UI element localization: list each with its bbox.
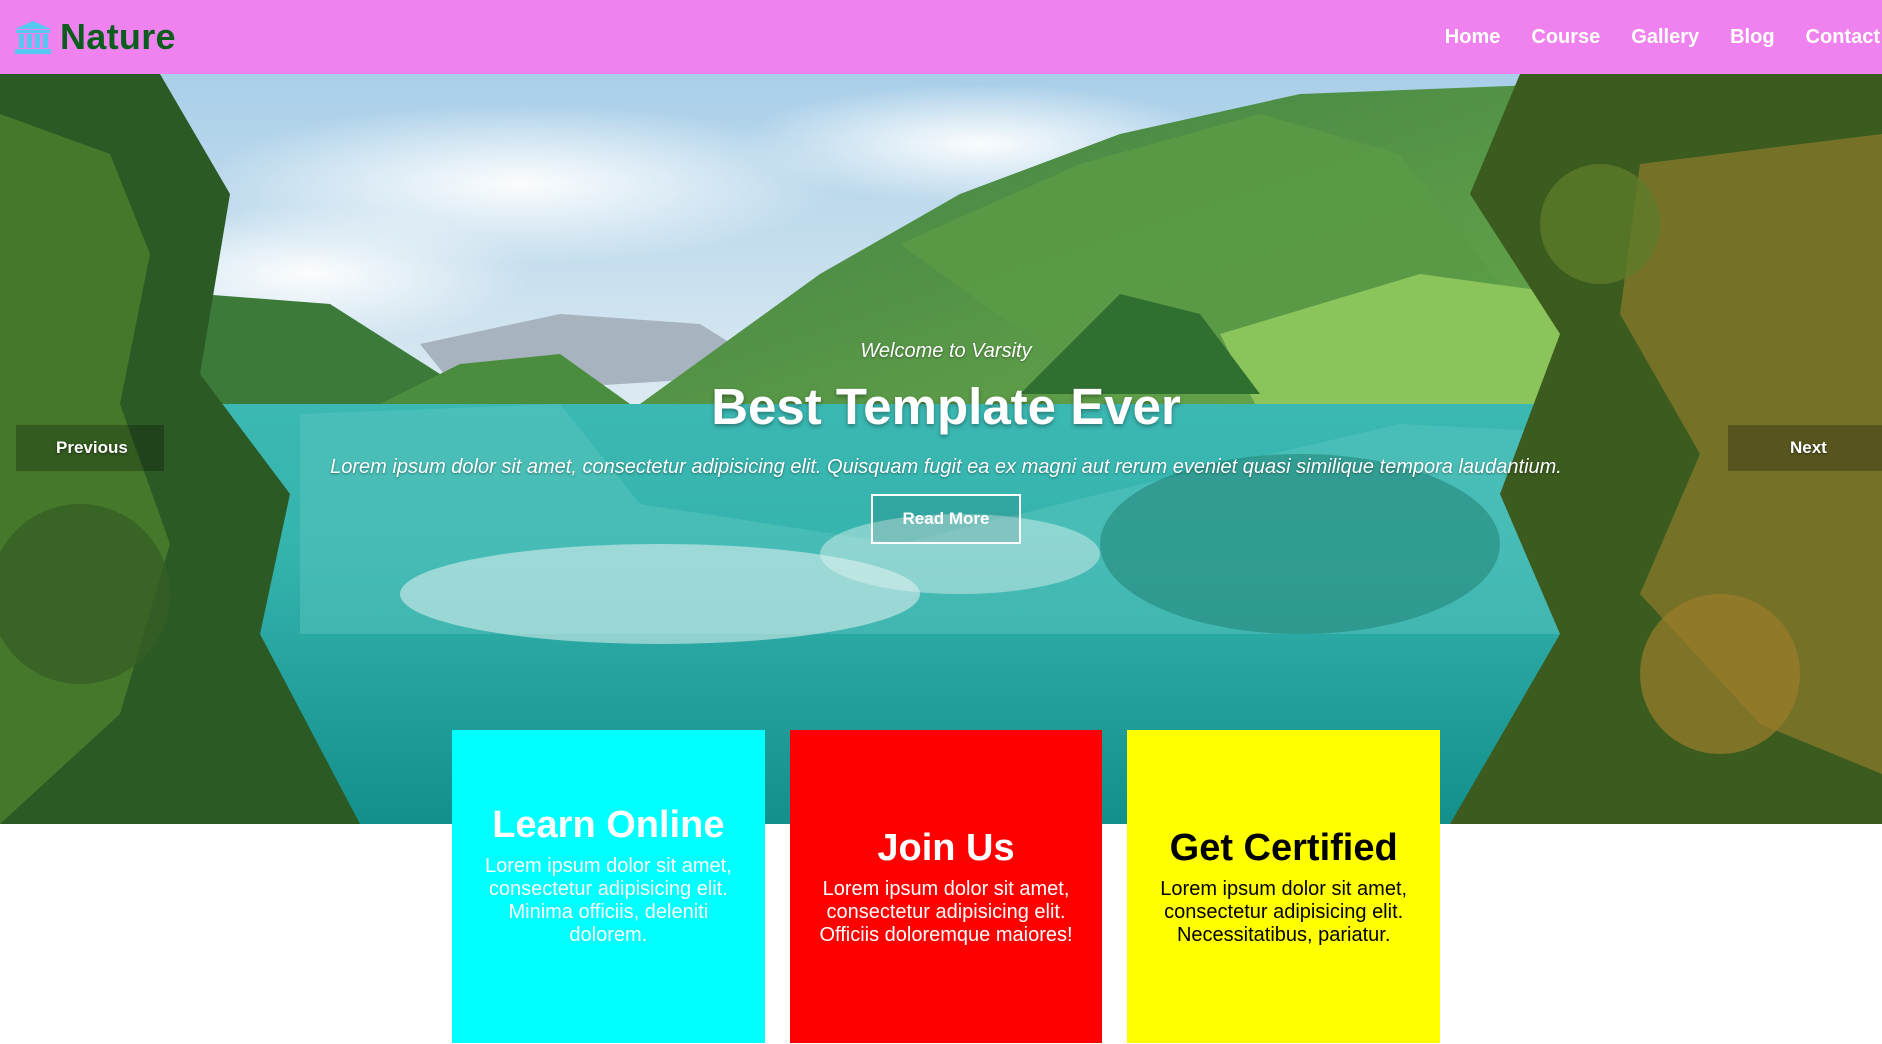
feature-card-title: Learn Online bbox=[492, 804, 725, 846]
nav-link-home[interactable]: Home bbox=[1445, 26, 1501, 49]
feature-card-learn-online: Learn Online Lorem ipsum dolor sit amet,… bbox=[452, 730, 765, 1043]
main-nav: Home Course Gallery Blog Contact bbox=[1414, 26, 1880, 49]
feature-card-get-certified: Get Certified Lorem ipsum dolor sit amet… bbox=[1127, 730, 1441, 1043]
feature-card-text: Lorem ipsum dolor sit amet, consectetur … bbox=[819, 877, 1073, 946]
feature-card-title: Join Us bbox=[877, 826, 1015, 869]
hero-tagline: Welcome to Varsity bbox=[860, 340, 1032, 362]
carousel-next-button[interactable]: Next bbox=[1728, 425, 1882, 471]
read-more-button[interactable]: Read More bbox=[871, 494, 1021, 544]
feature-card-text: Lorem ipsum dolor sit amet, consectetur … bbox=[1160, 877, 1408, 946]
hero-headline: Best Template Ever bbox=[711, 378, 1181, 435]
hero-carousel: Welcome to Varsity Best Template Ever Lo… bbox=[0, 74, 1882, 824]
nav-link-course[interactable]: Course bbox=[1531, 26, 1600, 49]
nav-link-blog[interactable]: Blog bbox=[1730, 26, 1774, 49]
top-navbar: Nature Home Course Gallery Blog Contact bbox=[0, 0, 1882, 74]
hero-caption: Welcome to Varsity Best Template Ever Lo… bbox=[0, 340, 1882, 544]
feature-card-join-us: Join Us Lorem ipsum dolor sit amet, cons… bbox=[789, 730, 1103, 1043]
nav-link-contact[interactable]: Contact bbox=[1806, 26, 1880, 49]
hero-lead-text: Lorem ipsum dolor sit amet, consectetur … bbox=[330, 456, 1562, 478]
brand-name: Nature bbox=[60, 16, 176, 57]
feature-cards: Learn Online Lorem ipsum dolor sit amet,… bbox=[452, 730, 1441, 1043]
nav-link-gallery[interactable]: Gallery bbox=[1631, 26, 1699, 49]
university-icon bbox=[15, 21, 51, 54]
feature-card-text: Lorem ipsum dolor sit amet, consectetur … bbox=[484, 855, 732, 946]
carousel-previous-button[interactable]: Previous bbox=[16, 425, 164, 471]
brand[interactable]: Nature bbox=[14, 16, 176, 58]
feature-card-title: Get Certified bbox=[1169, 826, 1398, 869]
